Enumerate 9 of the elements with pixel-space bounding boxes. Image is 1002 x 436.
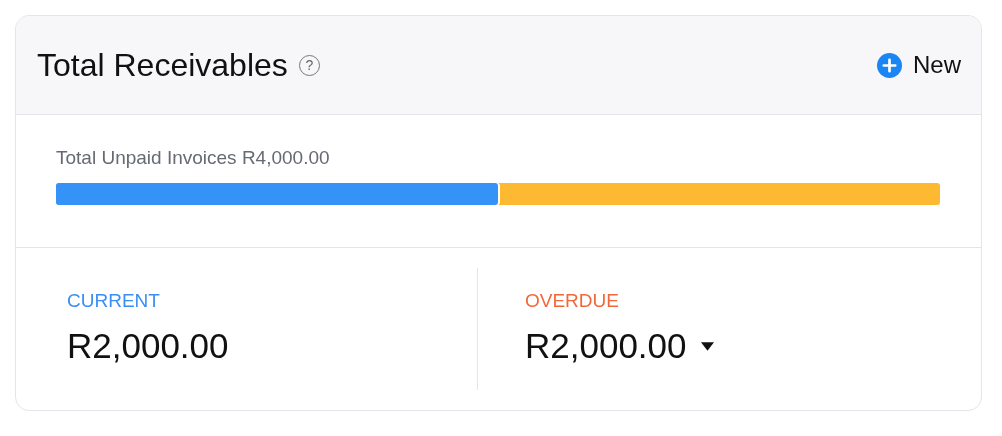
summary-label: OVERDUE [525, 290, 620, 312]
new-button[interactable]: New [877, 47, 961, 83]
plus-icon [877, 52, 902, 78]
amount: R2,000.00 [525, 326, 687, 366]
summary-label: CURRENT [67, 290, 161, 312]
card-title: Total Receivables [37, 46, 288, 84]
caret-icon[interactable] [700, 341, 714, 351]
amount: R2,000.00 [67, 326, 229, 366]
unpaid-label: Total Unpaid Invoices R4,000.00 [56, 147, 331, 169]
